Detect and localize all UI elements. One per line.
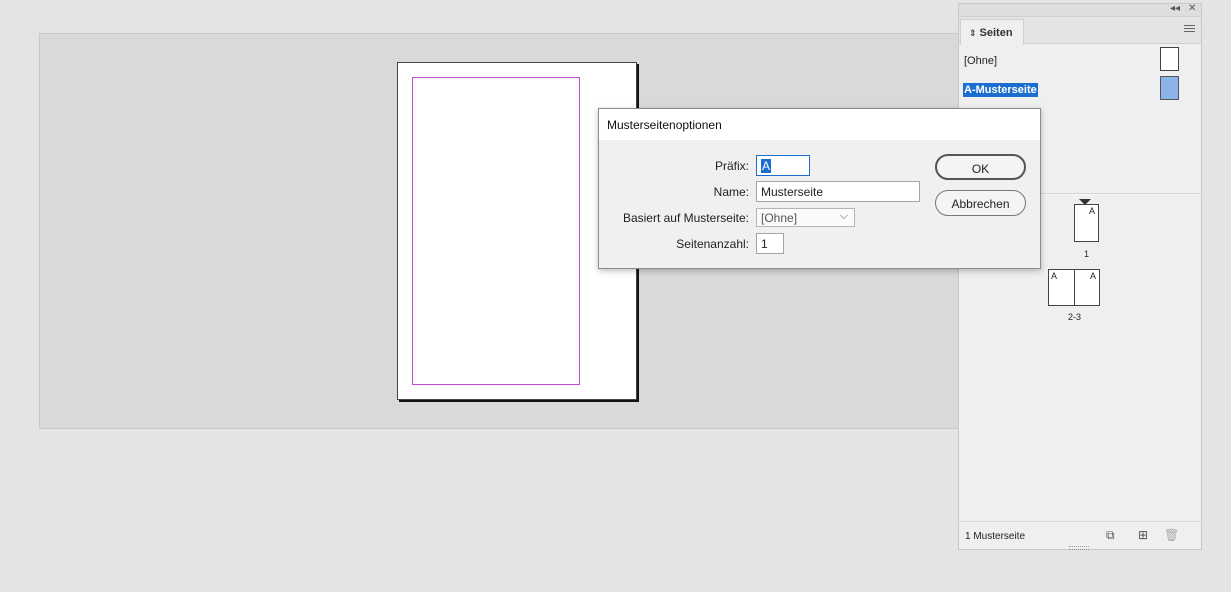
page-thumbnail-1[interactable]: A xyxy=(1074,204,1099,242)
page-count-label: Seitenanzahl: xyxy=(676,237,749,251)
master-label: A-Musterseite xyxy=(963,83,1038,97)
page-master-prefix: A xyxy=(1051,271,1058,281)
margin-guide xyxy=(412,77,580,385)
based-on-master-value: [Ohne] xyxy=(761,211,798,225)
page-master-prefix: A xyxy=(1089,271,1096,281)
collapse-icon[interactable]: ◂◂ xyxy=(1170,3,1180,14)
new-page-icon[interactable]: ⊞ xyxy=(1138,528,1148,542)
master-thumbnail[interactable] xyxy=(1160,47,1179,71)
panel-tab-bar: ⇕ Seiten xyxy=(959,17,1201,45)
ok-button[interactable]: OK xyxy=(935,154,1026,180)
cancel-button[interactable]: Abbrechen xyxy=(935,190,1026,216)
expand-arrows-icon: ⇕ xyxy=(969,28,977,38)
tab-label: Seiten xyxy=(979,27,1013,39)
master-thumbnail[interactable] xyxy=(1160,76,1179,100)
close-icon[interactable]: ✕ xyxy=(1188,3,1196,14)
tab-seiten[interactable]: ⇕ Seiten xyxy=(960,19,1024,45)
pages-panel: ◂◂ ✕ ⇕ Seiten [Ohne] A-Musterseite A 1 A … xyxy=(958,3,1202,550)
master-item-none[interactable]: [Ohne] xyxy=(959,47,1201,73)
name-input[interactable]: Musterseite xyxy=(756,181,920,202)
based-on-master-label: Basiert auf Musterseite: xyxy=(622,211,749,225)
chevron-down-icon: ⌵ xyxy=(839,210,848,222)
edit-page-size-icon[interactable]: ⧉ xyxy=(1106,528,1115,543)
master-item-a[interactable]: A-Musterseite xyxy=(959,76,1201,102)
prefix-input[interactable]: A xyxy=(756,155,810,176)
page-thumbnail-3[interactable]: A xyxy=(1074,269,1100,306)
prefix-label: Präfix: xyxy=(714,159,749,173)
panel-footer: 1 Musterseite ⧉ ⊞ 🗑 xyxy=(959,521,1201,550)
delete-page-icon[interactable]: 🗑 xyxy=(1164,528,1179,542)
page-count-input[interactable]: 1 xyxy=(756,233,784,254)
name-label: Name: xyxy=(713,185,749,199)
page-master-prefix: A xyxy=(1088,206,1095,216)
master-count-status: 1 Musterseite xyxy=(965,531,1026,542)
page-number: 2-3 xyxy=(1067,312,1081,322)
resize-grip[interactable] xyxy=(1069,546,1089,550)
based-on-master-select[interactable]: [Ohne] ⌵ xyxy=(756,208,855,227)
panel-title-bar: ◂◂ ✕ xyxy=(959,3,1201,17)
panel-menu-icon[interactable] xyxy=(1184,25,1195,34)
page-number: 1 xyxy=(1083,249,1089,259)
dialog-title: Musterseitenoptionen xyxy=(599,109,1040,140)
master-options-dialog: Musterseitenoptionen Präfix: A Name: Mus… xyxy=(598,108,1041,269)
page-thumbnail-2[interactable]: A xyxy=(1048,269,1074,306)
master-label: [Ohne] xyxy=(964,55,998,67)
